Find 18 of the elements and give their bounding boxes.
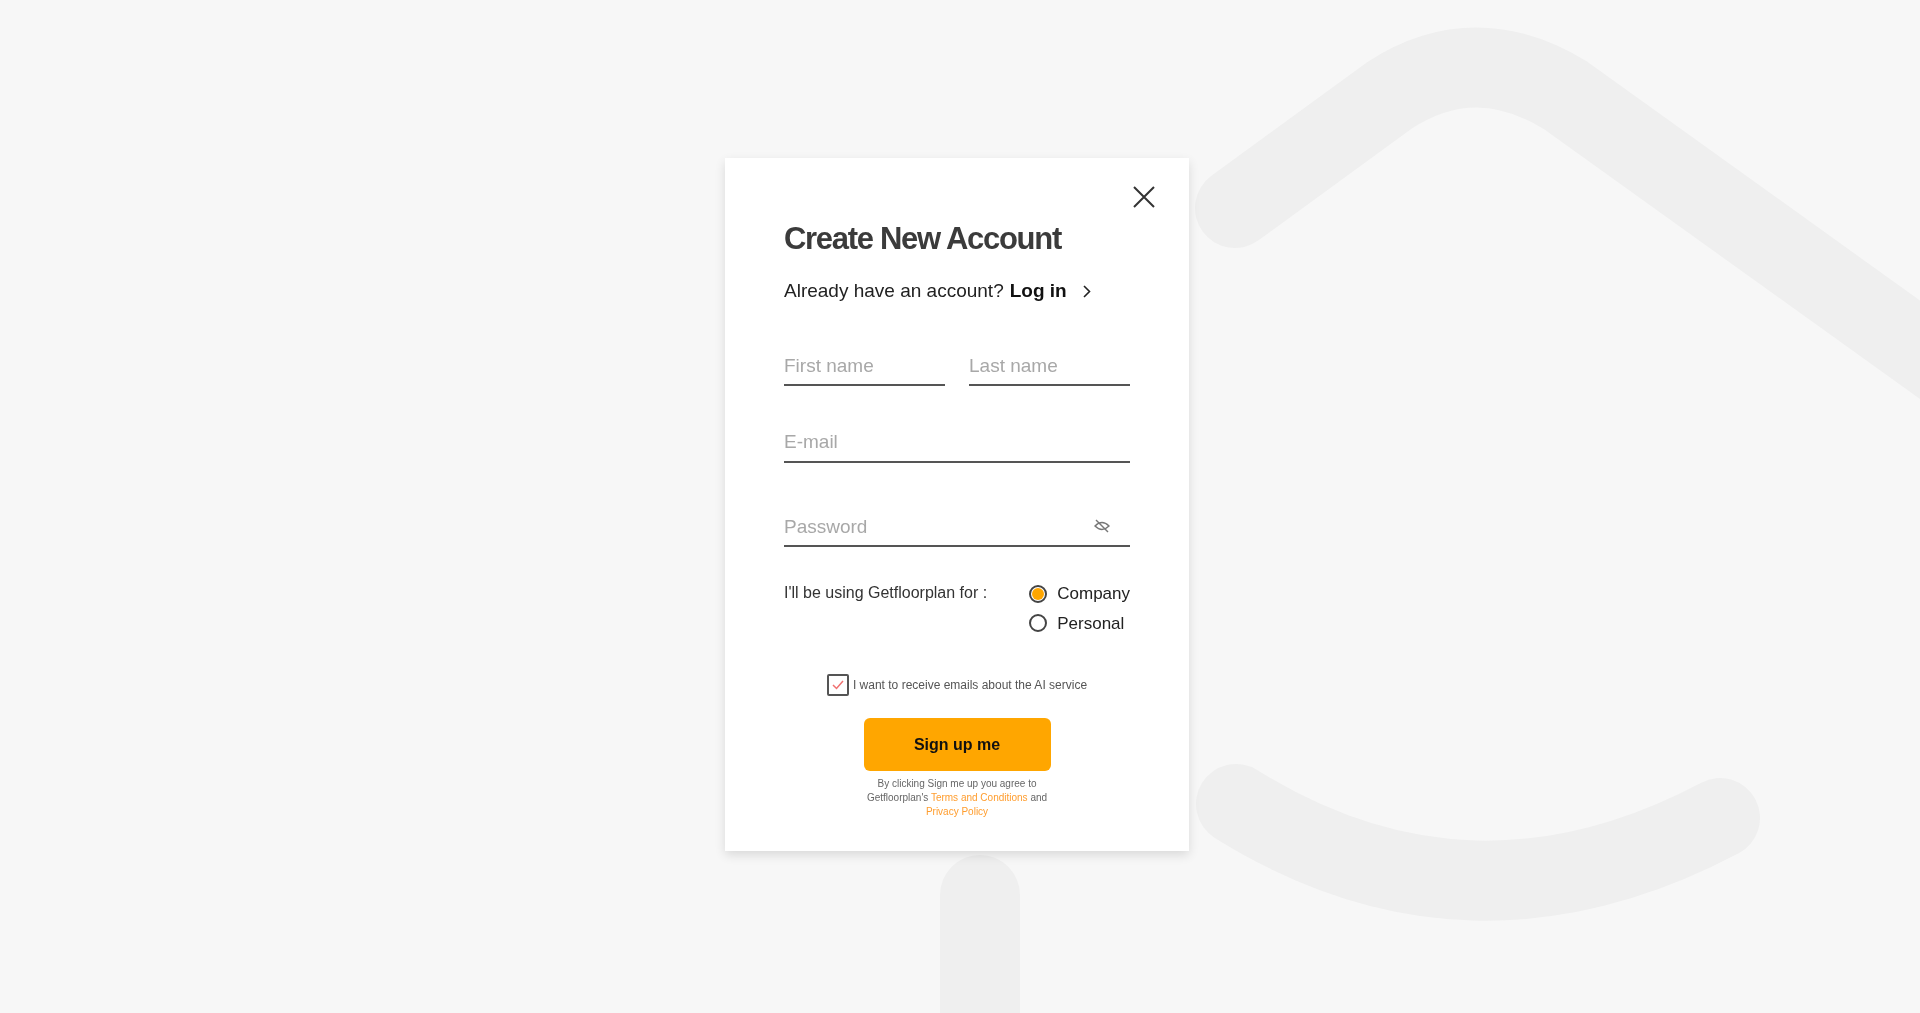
usage-label: I'll be using Getfloorplan for : — [784, 583, 988, 604]
chevron-right-icon — [1082, 284, 1091, 298]
legal-notice: By clicking Sign me up you agree to Getfloorplan's Terms and Conditions and Privacy Policy — [865, 777, 1049, 820]
checkbox-label: I want to receive emails about the AI service — [852, 677, 1088, 695]
login-link[interactable]: Log in — [1009, 277, 1091, 306]
password-field[interactable]: Password — [784, 512, 1130, 548]
radio-option[interactable]: Personal — [1029, 610, 1130, 637]
close-icon[interactable] — [1131, 184, 1157, 210]
login-prompt: Already have an account? — [784, 279, 1004, 304]
radio-option[interactable]: Company — [1029, 581, 1130, 607]
dialog-title: Create New Account — [784, 220, 1063, 258]
email-checkbox[interactable] — [826, 674, 849, 697]
sign-up-button[interactable]: Sign up me — [863, 718, 1051, 772]
checkmark-icon — [831, 680, 844, 691]
text-field[interactable]: First name — [784, 351, 945, 387]
eye-slash-icon[interactable] — [1094, 518, 1110, 533]
text-field[interactable]: Last name — [969, 351, 1130, 387]
email-field[interactable]: E-mail — [784, 428, 1130, 463]
